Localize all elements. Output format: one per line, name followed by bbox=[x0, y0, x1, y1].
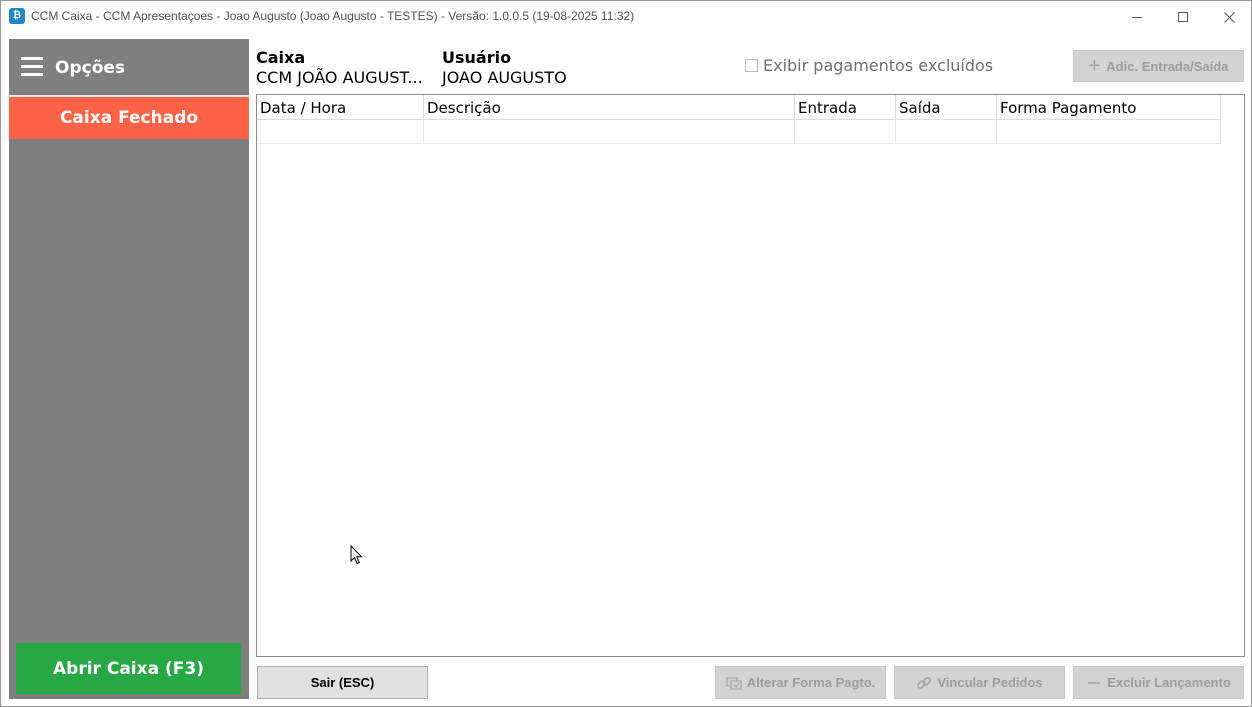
title-bar: ₿ CCM Caixa - CCM Apresentaçoes - Joao A… bbox=[1, 1, 1251, 33]
show-deleted-label: Exibir pagamentos excluídos bbox=[763, 56, 994, 75]
table-cell[interactable] bbox=[424, 120, 795, 144]
mouse-cursor-icon bbox=[350, 545, 363, 565]
close-icon bbox=[1223, 11, 1235, 23]
link-orders-label: Vincular Pedidos bbox=[937, 675, 1043, 690]
cash-status-badge: Caixa Fechado bbox=[9, 97, 249, 139]
column-header-entry[interactable]: Entrada bbox=[795, 95, 896, 120]
link-icon bbox=[916, 675, 932, 691]
minimize-button[interactable] bbox=[1114, 1, 1160, 33]
add-entry-exit-label: Adic. Entrada/Saída bbox=[1106, 58, 1229, 74]
open-cash-button[interactable]: Abrir Caixa (F3) bbox=[16, 643, 241, 694]
caixa-label: Caixa bbox=[256, 48, 306, 67]
options-menu-button[interactable]: Opções bbox=[9, 39, 249, 95]
delete-entry-button[interactable]: Excluir Lançamento bbox=[1073, 666, 1244, 699]
column-header-exit[interactable]: Saída bbox=[896, 95, 997, 120]
options-menu-label: Opções bbox=[55, 58, 126, 78]
close-button[interactable] bbox=[1206, 1, 1252, 33]
app-window: ₿ CCM Caixa - CCM Apresentaçoes - Joao A… bbox=[0, 0, 1252, 707]
table-cell[interactable] bbox=[997, 120, 1221, 144]
usuario-label: Usuário bbox=[442, 48, 512, 67]
link-orders-button[interactable]: Vincular Pedidos bbox=[894, 666, 1065, 699]
change-payment-icon bbox=[726, 675, 742, 691]
plus-icon: + bbox=[1088, 54, 1101, 77]
table-cell[interactable] bbox=[896, 120, 997, 144]
maximize-icon bbox=[1178, 12, 1188, 22]
change-payment-label: Alterar Forma Pagto. bbox=[746, 675, 876, 690]
payments-table[interactable]: Data / Hora Descrição Entrada Saída Form… bbox=[256, 94, 1245, 657]
minus-icon bbox=[1086, 675, 1102, 691]
hamburger-menu-icon bbox=[21, 57, 45, 77]
column-header-description[interactable]: Descrição bbox=[424, 95, 795, 120]
minimize-icon bbox=[1132, 16, 1142, 18]
show-deleted-toggle[interactable]: Exibir pagamentos excluídos bbox=[745, 56, 993, 75]
column-header-date-time[interactable]: Data / Hora bbox=[257, 95, 424, 120]
maximize-button[interactable] bbox=[1160, 1, 1206, 33]
show-deleted-checkbox[interactable] bbox=[745, 59, 758, 72]
window-title: CCM Caixa - CCM Apresentaçoes - Joao Aug… bbox=[31, 9, 635, 23]
delete-entry-label: Excluir Lançamento bbox=[1107, 675, 1231, 690]
exit-button[interactable]: Sair (ESC) bbox=[257, 666, 428, 699]
add-entry-exit-button[interactable]: + Adic. Entrada/Saída bbox=[1073, 50, 1244, 82]
column-header-payment-method[interactable]: Forma Pagamento bbox=[997, 95, 1221, 120]
usuario-value: JOAO AUGUSTO bbox=[442, 68, 567, 87]
table-header: Data / Hora Descrição Entrada Saída Form… bbox=[257, 95, 1221, 120]
cash-register-icon: ₿ bbox=[9, 8, 25, 24]
table-row[interactable] bbox=[257, 120, 1221, 144]
caixa-value: CCM JOÃO AUGUST... bbox=[256, 68, 423, 87]
change-payment-button[interactable]: Alterar Forma Pagto. bbox=[715, 666, 886, 699]
table-cell[interactable] bbox=[257, 120, 424, 144]
table-cell[interactable] bbox=[795, 120, 896, 144]
sidebar: Opções Caixa Fechado Abrir Caixa (F3) bbox=[9, 39, 249, 699]
